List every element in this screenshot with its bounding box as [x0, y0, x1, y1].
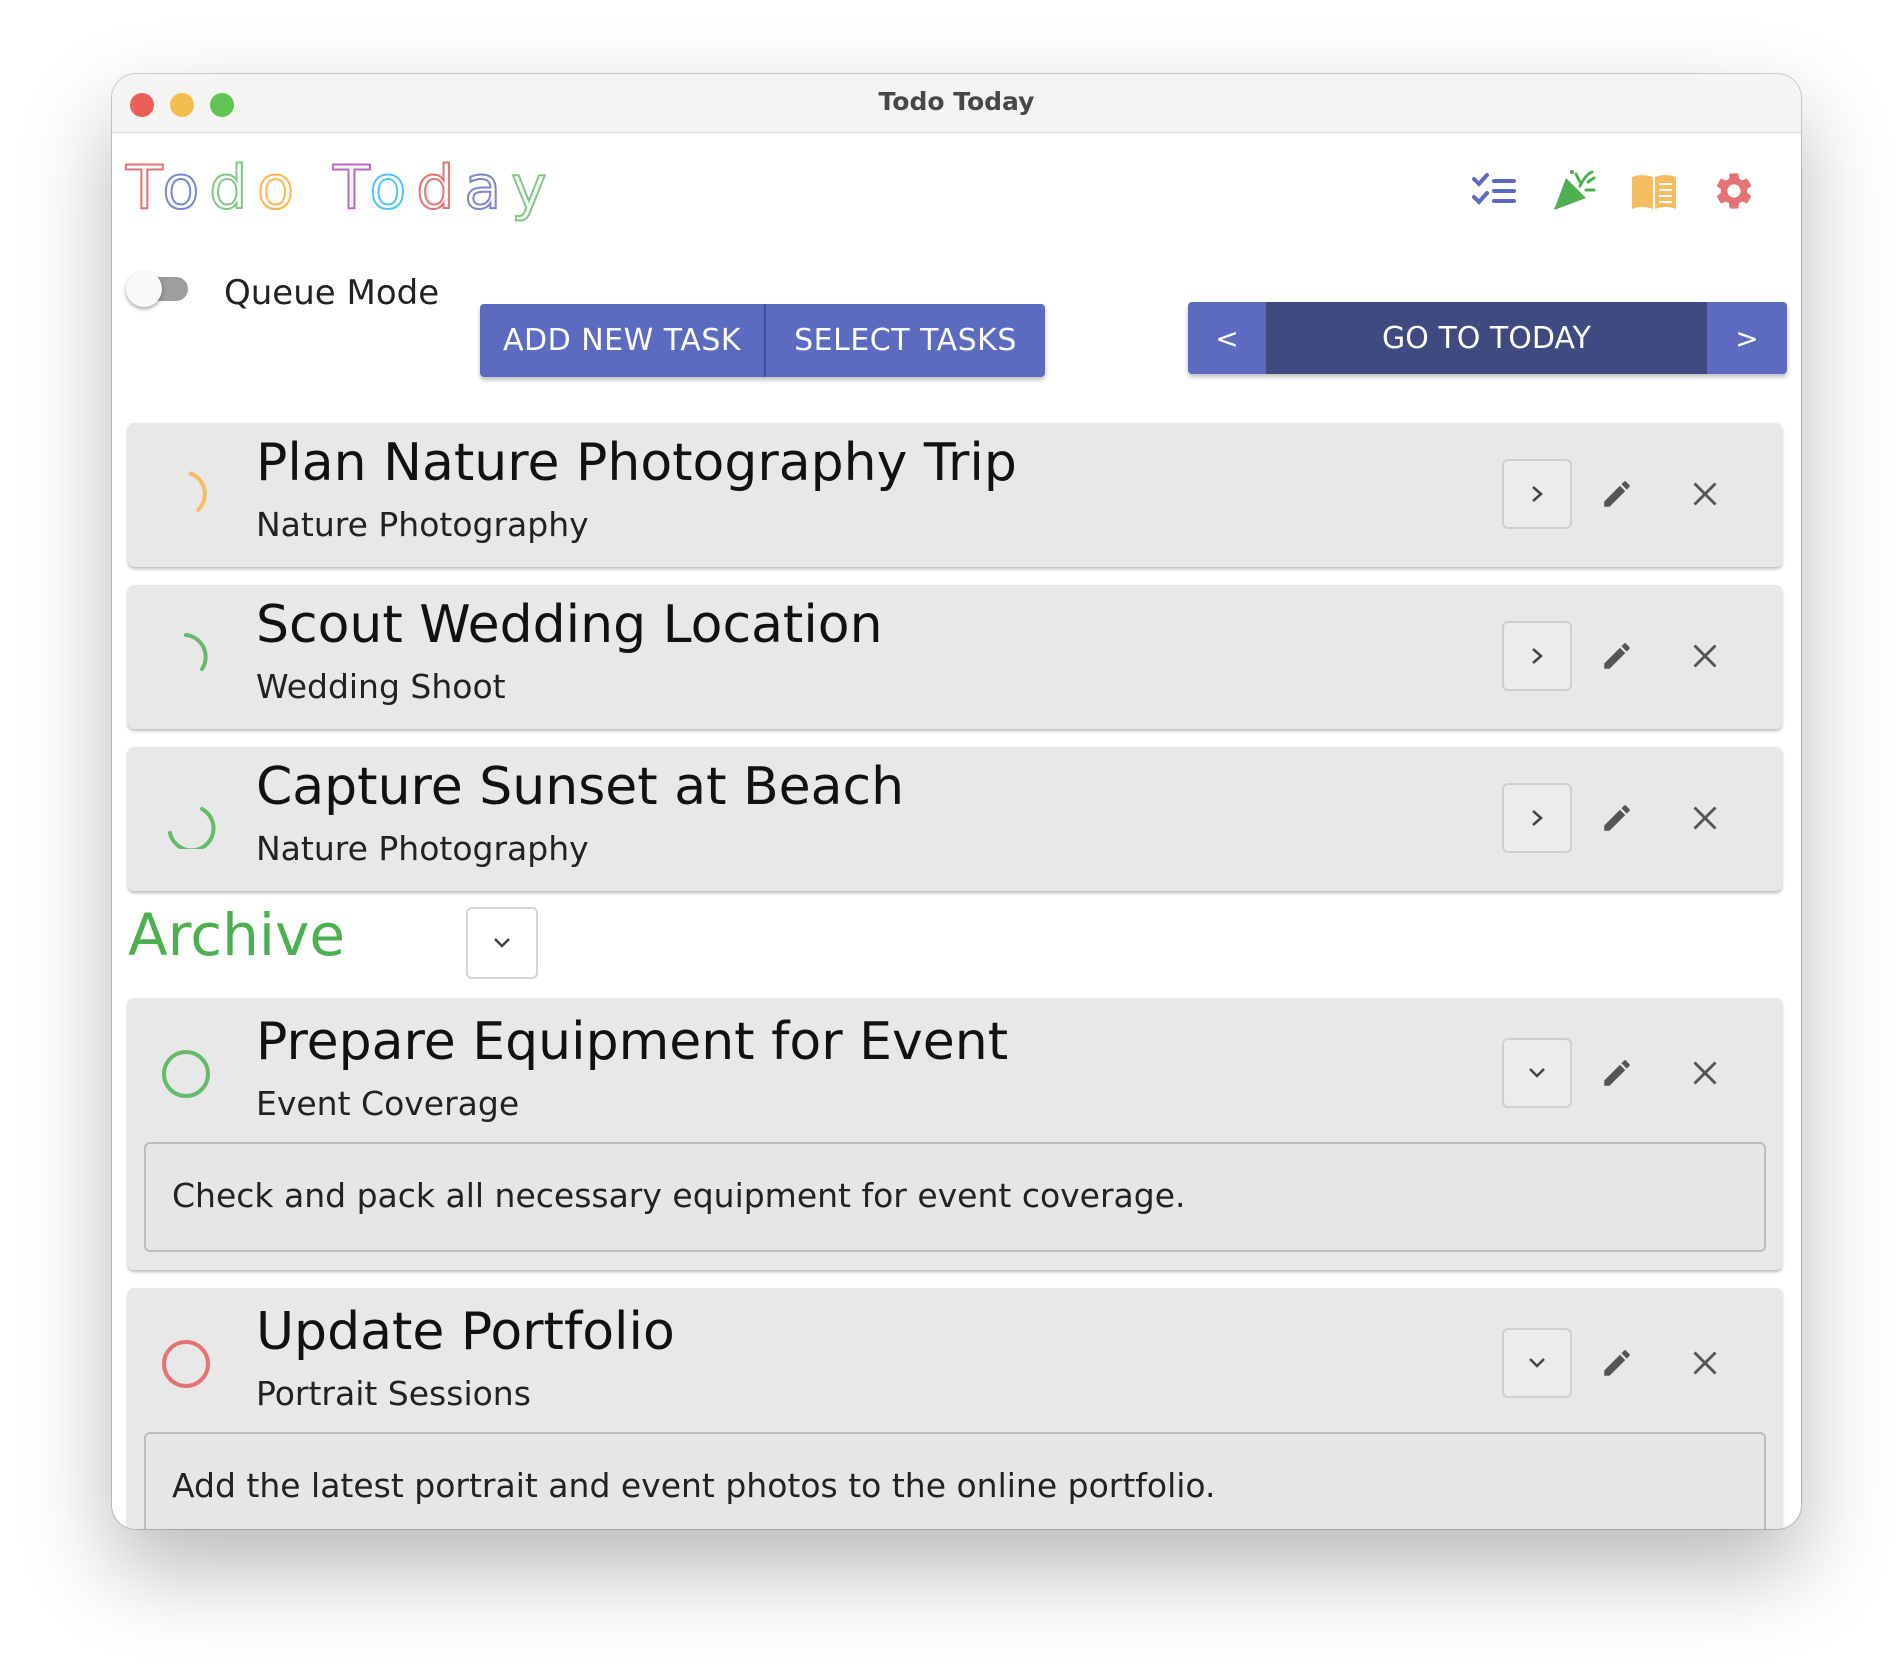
party-popper-icon[interactable]	[1546, 163, 1602, 219]
collapse-button[interactable]	[1502, 1038, 1572, 1108]
select-tasks-button[interactable]: SELECT TASKS	[766, 304, 1045, 377]
archived-task-card[interactable]: Prepare Equipment for Event Event Covera…	[128, 998, 1782, 1270]
task-project: Wedding Shoot	[256, 667, 506, 706]
task-title: Plan Nature Photography Trip	[256, 433, 1017, 493]
close-icon	[1693, 1351, 1717, 1375]
title-bar: Todo Today	[112, 74, 1801, 133]
task-title: Update Portfolio	[256, 1302, 675, 1362]
expand-button[interactable]	[1502, 459, 1572, 529]
edit-button[interactable]	[1592, 1338, 1642, 1388]
archive-toggle-button[interactable]	[466, 907, 538, 979]
chevron-down-icon	[1529, 1358, 1545, 1368]
edit-button[interactable]	[1592, 1048, 1642, 1098]
task-description[interactable]: Check and pack all necessary equipment f…	[144, 1142, 1766, 1252]
delete-button[interactable]	[1680, 1338, 1730, 1388]
book-icon[interactable]	[1626, 163, 1682, 219]
close-icon	[1693, 1061, 1717, 1085]
task-title: Scout Wedding Location	[256, 595, 883, 655]
logo-letter: T	[125, 152, 163, 224]
next-day-button[interactable]: >	[1707, 302, 1787, 374]
collapse-button[interactable]	[1502, 1328, 1572, 1398]
task-project: Event Coverage	[256, 1084, 520, 1123]
queue-mode-toggle[interactable]	[126, 267, 190, 307]
close-icon	[1693, 644, 1717, 668]
date-navigation: < GO TO TODAY >	[1188, 302, 1787, 374]
task-actions-group: ADD NEW TASK SELECT TASKS	[480, 304, 1045, 377]
delete-button[interactable]	[1680, 469, 1730, 519]
progress-spinner-icon[interactable]	[156, 789, 216, 849]
delete-button[interactable]	[1680, 1048, 1730, 1098]
logo-letter: y	[510, 152, 557, 224]
pencil-icon	[1604, 1060, 1630, 1086]
go-to-today-button[interactable]: GO TO TODAY	[1266, 302, 1707, 374]
app-window: Todo Today Todo Today Queue Mode ADD NEW…	[112, 74, 1801, 1529]
status-circle-icon[interactable]	[156, 1044, 216, 1104]
edit-button[interactable]	[1592, 793, 1642, 843]
expand-button[interactable]	[1502, 783, 1572, 853]
logo-letter: a	[463, 152, 512, 224]
task-project: Nature Photography	[256, 505, 589, 544]
logo-letter: o	[369, 152, 417, 224]
pencil-icon	[1604, 1350, 1630, 1376]
queue-mode-label: Queue Mode	[224, 273, 440, 313]
chevron-right-icon	[1532, 648, 1543, 664]
pencil-icon	[1604, 643, 1630, 669]
chevron-right-icon	[1532, 810, 1543, 826]
task-project: Nature Photography	[256, 829, 589, 868]
chevron-down-icon	[494, 938, 510, 948]
app-logo: Todo Today	[125, 152, 557, 224]
edit-button[interactable]	[1592, 469, 1642, 519]
logo-letter	[304, 153, 333, 223]
logo-letter: o	[161, 152, 210, 224]
task-project: Portrait Sessions	[256, 1374, 531, 1413]
chevron-down-icon	[1529, 1068, 1545, 1078]
task-title: Capture Sunset at Beach	[256, 757, 905, 817]
checklist-icon[interactable]	[1466, 163, 1522, 219]
toggle-knob[interactable]	[126, 271, 162, 307]
close-icon	[1693, 482, 1717, 506]
archive-heading: Archive	[128, 901, 346, 969]
add-new-task-button[interactable]: ADD NEW TASK	[480, 304, 766, 377]
delete-button[interactable]	[1680, 793, 1730, 843]
task-title: Prepare Equipment for Event	[256, 1012, 1009, 1072]
close-icon	[1693, 806, 1717, 830]
app-content: Todo Today Queue Mode ADD NEW TASK SELEC…	[112, 133, 1801, 1529]
logo-letter: d	[208, 152, 258, 224]
task-description[interactable]: Add the latest portrait and event photos…	[144, 1432, 1766, 1529]
pencil-icon	[1604, 481, 1630, 507]
window-title: Todo Today	[878, 87, 1035, 116]
delete-button[interactable]	[1680, 631, 1730, 681]
gear-icon[interactable]	[1706, 163, 1762, 219]
expand-button[interactable]	[1502, 621, 1572, 691]
status-circle-icon[interactable]	[156, 1334, 216, 1394]
logo-letter: T	[332, 152, 370, 224]
edit-button[interactable]	[1592, 631, 1642, 681]
task-card[interactable]: Capture Sunset at Beach Nature Photograp…	[128, 747, 1782, 891]
task-card[interactable]: Plan Nature Photography Trip Nature Phot…	[128, 423, 1782, 567]
archived-task-card[interactable]: Update Portfolio Portrait Sessions Add t…	[128, 1288, 1782, 1529]
chevron-right-icon	[1532, 486, 1543, 502]
previous-day-button[interactable]: <	[1188, 302, 1266, 374]
progress-spinner-icon[interactable]	[156, 627, 216, 687]
logo-letter: d	[415, 152, 465, 224]
task-card[interactable]: Scout Wedding Location Wedding Shoot	[128, 585, 1782, 729]
task-description-text: Check and pack all necessary equipment f…	[172, 1176, 1186, 1215]
progress-spinner-icon[interactable]	[156, 465, 216, 525]
pencil-icon	[1604, 805, 1630, 831]
logo-letter: o	[256, 152, 304, 224]
task-description-text: Add the latest portrait and event photos…	[172, 1466, 1216, 1505]
